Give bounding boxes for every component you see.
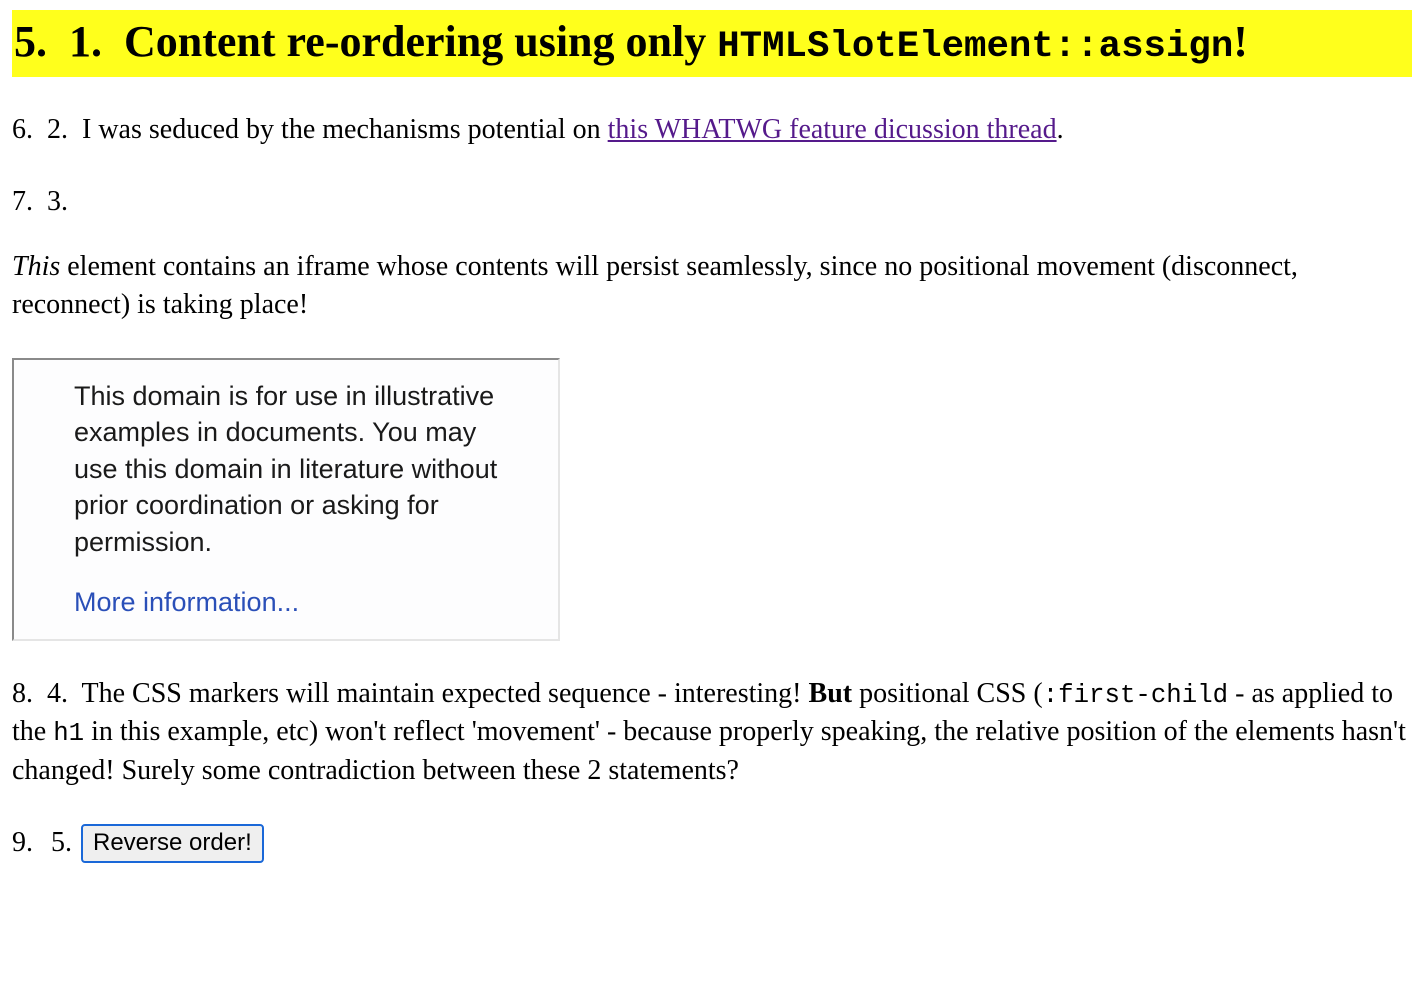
item-2-text-after: . xyxy=(1057,114,1064,145)
code-h1: h1 xyxy=(53,719,84,748)
outer-marker-3: 7. xyxy=(12,186,40,217)
item-3-paragraph: This element contains an iframe whose co… xyxy=(12,248,1412,324)
inner-marker-4: 4. xyxy=(47,678,75,709)
outer-marker-4: 8. xyxy=(12,678,40,709)
code-first-child: :first-child xyxy=(1043,681,1228,710)
item-4-text-a: The CSS markers will maintain expected s… xyxy=(82,678,809,709)
item-3-rest: element contains an iframe whose content… xyxy=(12,251,1298,320)
page-title: 5. 1. Content re-ordering using only HTM… xyxy=(12,10,1412,77)
title-suffix: ! xyxy=(1233,17,1248,66)
reverse-order-button[interactable]: Reverse order! xyxy=(81,824,264,863)
item-2: 6. 2. I was seduced by the mechanisms po… xyxy=(12,111,1412,149)
inner-marker-5: 5. xyxy=(51,824,79,862)
inner-marker-1: 1. xyxy=(69,17,113,66)
inner-marker-2: 2. xyxy=(47,114,75,145)
item-2-text-before: I was seduced by the mechanisms potentia… xyxy=(82,114,608,145)
example-iframe: This domain is for use in illustrative e… xyxy=(12,358,560,641)
item-5: 9. 5. Reverse order! xyxy=(12,824,1412,863)
iframe-content: This domain is for use in illustrative e… xyxy=(14,378,558,621)
item-4: 8. 4. The CSS markers will maintain expe… xyxy=(12,675,1412,790)
emphasis-this: This xyxy=(12,251,60,282)
item-4-bold: But xyxy=(809,678,853,709)
more-information-link[interactable]: More information... xyxy=(74,587,299,617)
outer-marker-2: 6. xyxy=(12,114,40,145)
iframe-body-text: This domain is for use in illustrative e… xyxy=(74,378,498,560)
outer-marker-1: 5. xyxy=(14,17,58,66)
title-prefix: Content re-ordering using only xyxy=(124,17,706,66)
inner-marker-3: 3. xyxy=(47,186,75,217)
item-3: 7. 3. xyxy=(12,183,1412,221)
outer-marker-5: 9. xyxy=(12,824,40,862)
item-4-text-b: positional CSS ( xyxy=(852,678,1043,709)
item-4-text-d: in this example, etc) won't reflect 'mov… xyxy=(12,716,1406,786)
title-code: HTMLSlotElement::assign xyxy=(717,26,1233,68)
whatwg-thread-link[interactable]: this WHATWG feature dicussion thread xyxy=(608,114,1057,145)
